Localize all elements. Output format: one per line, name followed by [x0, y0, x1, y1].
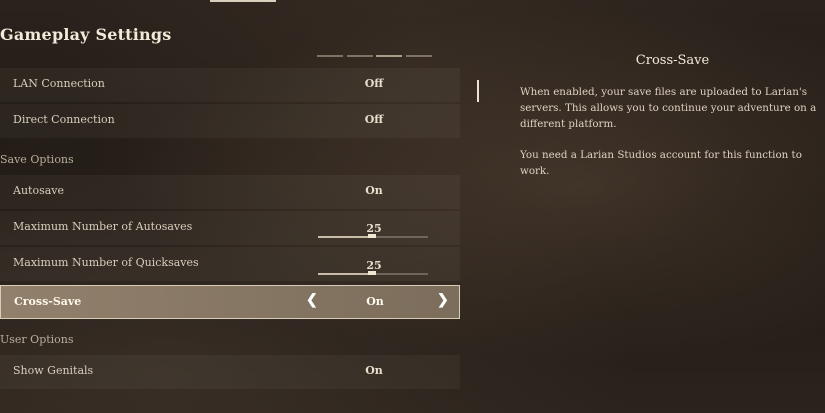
- setting-row-direct-connection[interactable]: Direct Connection Off: [0, 104, 460, 138]
- chevron-left-icon[interactable]: ❮: [306, 292, 318, 308]
- chevron-right-icon[interactable]: ❯: [437, 292, 449, 308]
- scroll-hint-bar: [317, 55, 343, 57]
- settings-list[interactable]: LAN Connection Off Direct Connection Off…: [0, 59, 460, 413]
- setting-label: Direct Connection: [13, 113, 115, 126]
- section-header-save-options: Save Options: [0, 153, 74, 166]
- page-title: Gameplay Settings: [0, 25, 172, 44]
- info-panel-note: You need a Larian Studios account for th…: [520, 149, 802, 177]
- setting-label: Show Genitals: [13, 364, 94, 377]
- setting-label: Maximum Number of Quicksaves: [13, 256, 199, 269]
- info-panel-description: When enabled, your save files are upload…: [520, 86, 817, 130]
- setting-label: Autosave: [13, 184, 64, 197]
- setting-row-max-autosaves[interactable]: Maximum Number of Autosaves 25: [0, 211, 460, 245]
- setting-row-autosave[interactable]: Autosave On: [0, 175, 460, 209]
- slider-handle[interactable]: [368, 271, 376, 275]
- setting-row-lan-connection[interactable]: LAN Connection Off: [0, 68, 460, 102]
- scroll-hint-bar: [406, 55, 432, 57]
- setting-label: Cross-Save: [14, 295, 82, 308]
- setting-value[interactable]: On: [341, 295, 409, 308]
- scroll-hint-bar: [376, 55, 402, 57]
- setting-value[interactable]: Off: [340, 77, 408, 90]
- setting-value[interactable]: On: [340, 184, 408, 197]
- info-panel-title: Cross-Save: [635, 53, 710, 68]
- scrollbar-handle[interactable]: [477, 80, 479, 102]
- setting-row-show-genitals[interactable]: Show Genitals On: [0, 355, 460, 389]
- setting-row-cross-save[interactable]: Cross-Save ❮ On ❯: [0, 285, 460, 319]
- active-tab-indicator: [210, 0, 276, 2]
- quicksaves-slider[interactable]: [318, 271, 428, 275]
- setting-value[interactable]: Off: [340, 113, 408, 126]
- autosaves-slider[interactable]: [318, 234, 428, 238]
- slider-fill: [318, 273, 372, 275]
- setting-value[interactable]: On: [340, 364, 408, 377]
- slider-handle[interactable]: [368, 234, 376, 238]
- slider-fill: [318, 236, 372, 238]
- setting-row-max-quicksaves[interactable]: Maximum Number of Quicksaves 25: [0, 247, 460, 281]
- setting-label: Maximum Number of Autosaves: [13, 220, 193, 233]
- scroll-hint-bar: [347, 55, 373, 57]
- section-header-user-options: User Options: [0, 333, 74, 346]
- setting-label: LAN Connection: [13, 77, 105, 90]
